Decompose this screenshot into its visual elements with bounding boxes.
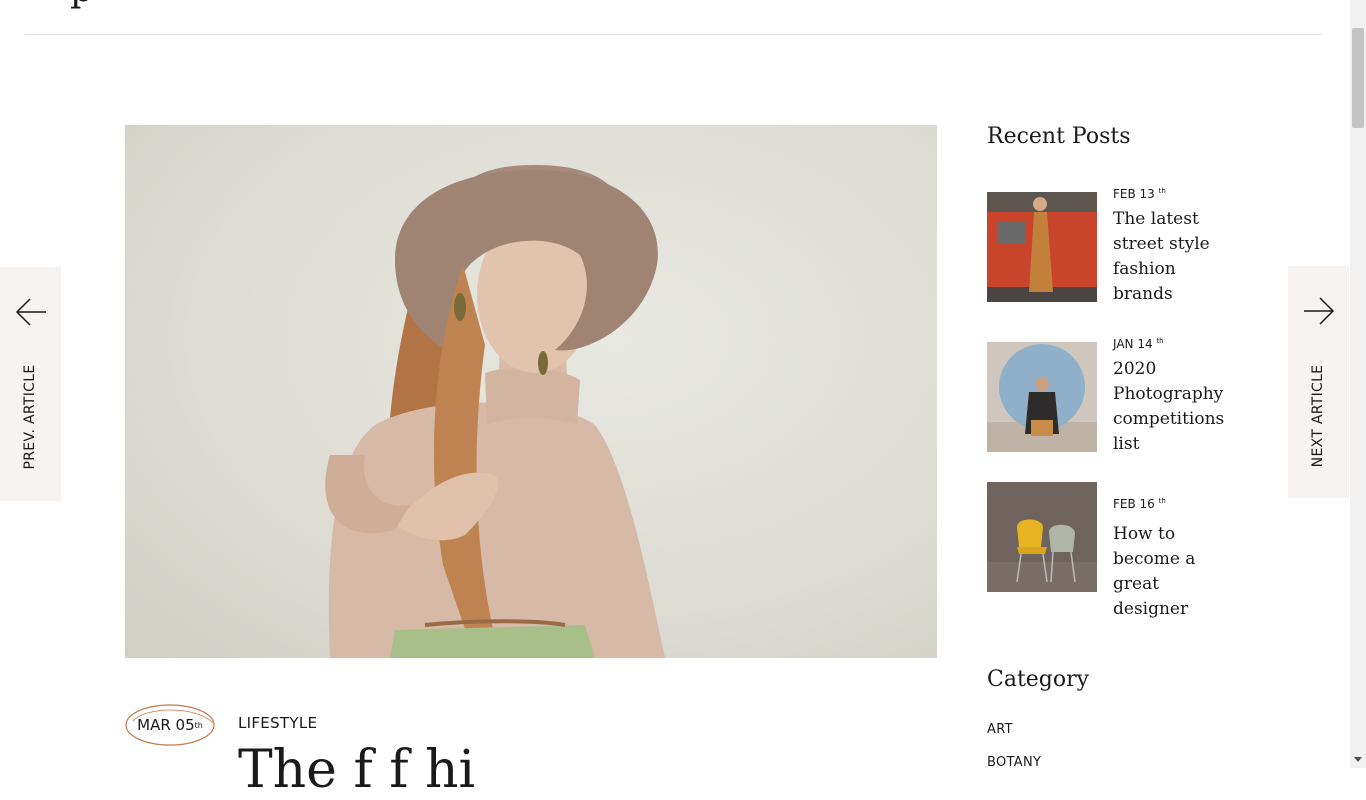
header-divider	[25, 34, 1322, 35]
category-item-botany[interactable]: BOTANY	[987, 755, 1041, 788]
prev-article-link[interactable]: PREV. ARTICLE	[0, 267, 61, 501]
article-title: The f f hi	[238, 740, 476, 800]
recent-post-thumbnail[interactable]	[987, 192, 1097, 302]
recent-post-date-suffix: th	[1158, 497, 1166, 505]
recent-post-title[interactable]: 2020 Photography competitions list	[1113, 357, 1225, 457]
top-header: p	[0, 0, 1350, 35]
recent-post-date: FEB 16 th	[1113, 497, 1166, 511]
vertical-scrollbar[interactable]	[1350, 0, 1366, 768]
woman-in-hat-illustration	[325, 165, 665, 658]
next-article-link[interactable]: NEXT ARTICLE	[1288, 266, 1349, 498]
next-article-label: NEXT ARTICLE	[1310, 364, 1326, 468]
recent-post-thumbnail[interactable]	[987, 342, 1097, 452]
article-date: MAR 05th	[125, 703, 215, 747]
category-item-art[interactable]: ART	[987, 722, 1041, 755]
recent-post-title[interactable]: How to become a great designer	[1113, 522, 1225, 622]
woman-by-red-van-image	[987, 192, 1097, 302]
prev-article-label: PREV. ARTICLE	[22, 364, 38, 470]
recent-post-thumbnail[interactable]	[987, 482, 1097, 592]
recent-post-date: FEB 13 th	[1113, 187, 1166, 201]
man-at-round-window-image	[987, 342, 1097, 452]
site-logo[interactable]: p	[70, 0, 93, 8]
recent-posts-heading: Recent Posts	[987, 124, 1131, 149]
scrollbar-thumb[interactable]	[1352, 28, 1364, 128]
article-category[interactable]: LIFESTYLE	[238, 714, 317, 732]
recent-post-title[interactable]: The latest street style fashion brands	[1113, 207, 1225, 307]
recent-post-date-text: FEB 13	[1113, 187, 1155, 201]
recent-post-date-suffix: th	[1158, 187, 1166, 195]
recent-post-date-suffix: th	[1156, 337, 1164, 345]
arrow-left-icon	[15, 298, 46, 326]
arrow-right-icon	[1304, 297, 1335, 325]
date-circle-decoration	[125, 704, 215, 746]
article-hero-image	[125, 125, 937, 658]
recent-post-date-text: JAN 14	[1113, 337, 1153, 351]
recent-post-date-text: FEB 16	[1113, 497, 1155, 511]
scroll-down-arrow-icon[interactable]	[1350, 752, 1366, 768]
two-chairs-image	[987, 482, 1097, 592]
category-heading: Category	[987, 667, 1090, 692]
recent-post-date: JAN 14 th	[1113, 337, 1164, 351]
category-list: ART BOTANY	[987, 722, 1041, 788]
